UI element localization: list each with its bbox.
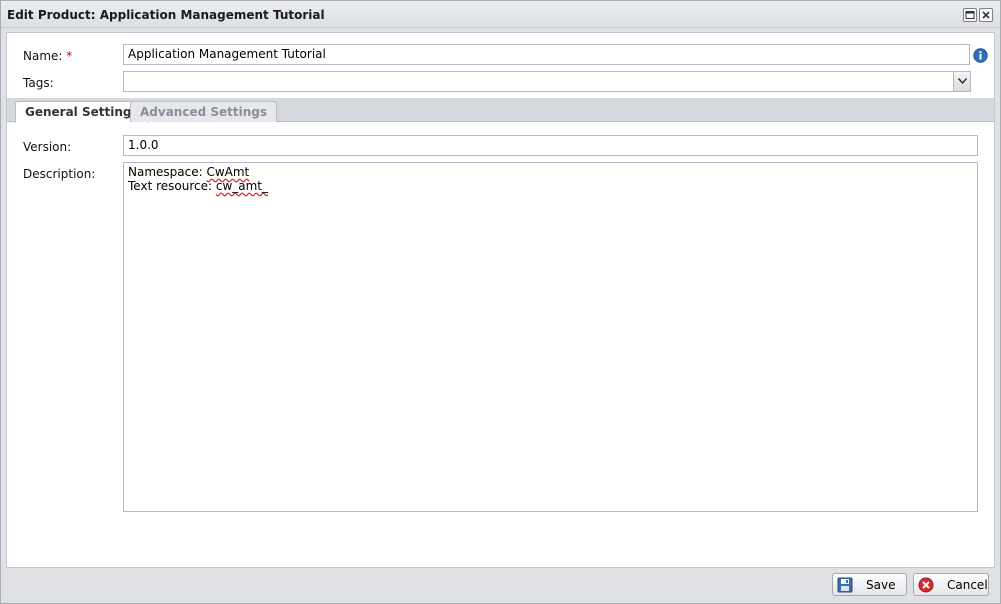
maximize-icon — [965, 11, 975, 19]
tab-advanced-settings[interactable]: Advanced Settings — [130, 101, 278, 122]
tab-general-settings[interactable]: General Settings — [15, 101, 149, 123]
description-textarea[interactable]: Namespace: CwAmt Text resource: cw_amt_ — [123, 162, 978, 512]
required-mark: * — [66, 49, 73, 63]
save-icon — [837, 577, 853, 593]
chevron-down-icon — [958, 78, 967, 84]
window-titlebar[interactable]: Edit Product: Application Management Tut… — [1, 1, 1000, 28]
cancel-button[interactable]: Cancel — [913, 573, 989, 596]
version-label: Version: — [23, 140, 72, 154]
tags-label: Tags: — [23, 76, 54, 90]
name-input[interactable]: Application Management Tutorial — [123, 44, 970, 65]
description-line2-prefix: Text resource: — [128, 179, 216, 193]
info-icon[interactable] — [973, 48, 988, 63]
save-button-label: Save — [866, 578, 896, 592]
maximize-button[interactable] — [963, 8, 977, 22]
cancel-icon — [918, 577, 934, 593]
window-footer: Save Cancel — [1, 569, 1000, 603]
version-input[interactable]: 1.0.0 — [123, 135, 978, 156]
cancel-button-label: Cancel — [947, 578, 988, 592]
tags-dropdown-trigger[interactable] — [953, 71, 971, 92]
save-button[interactable]: Save — [832, 573, 907, 596]
settings-tabstrip: General Settings Advanced Settings — [7, 98, 994, 123]
description-label: Description: — [23, 167, 96, 181]
tags-input[interactable] — [123, 71, 954, 92]
close-button[interactable] — [979, 8, 993, 22]
description-line1-word: CwAmt — [206, 165, 250, 179]
description-line1-prefix: Namespace: — [128, 165, 207, 179]
close-icon — [982, 11, 990, 19]
description-line2-word: cw_amt_ — [215, 179, 269, 193]
window-title: Edit Product: Application Management Tut… — [7, 8, 325, 22]
name-label: Name: * — [23, 49, 72, 63]
form-body: Name: * Application Management Tutorial … — [6, 32, 995, 568]
name-label-text: Name: — [23, 49, 63, 63]
edit-product-window: Edit Product: Application Management Tut… — [0, 0, 1001, 604]
